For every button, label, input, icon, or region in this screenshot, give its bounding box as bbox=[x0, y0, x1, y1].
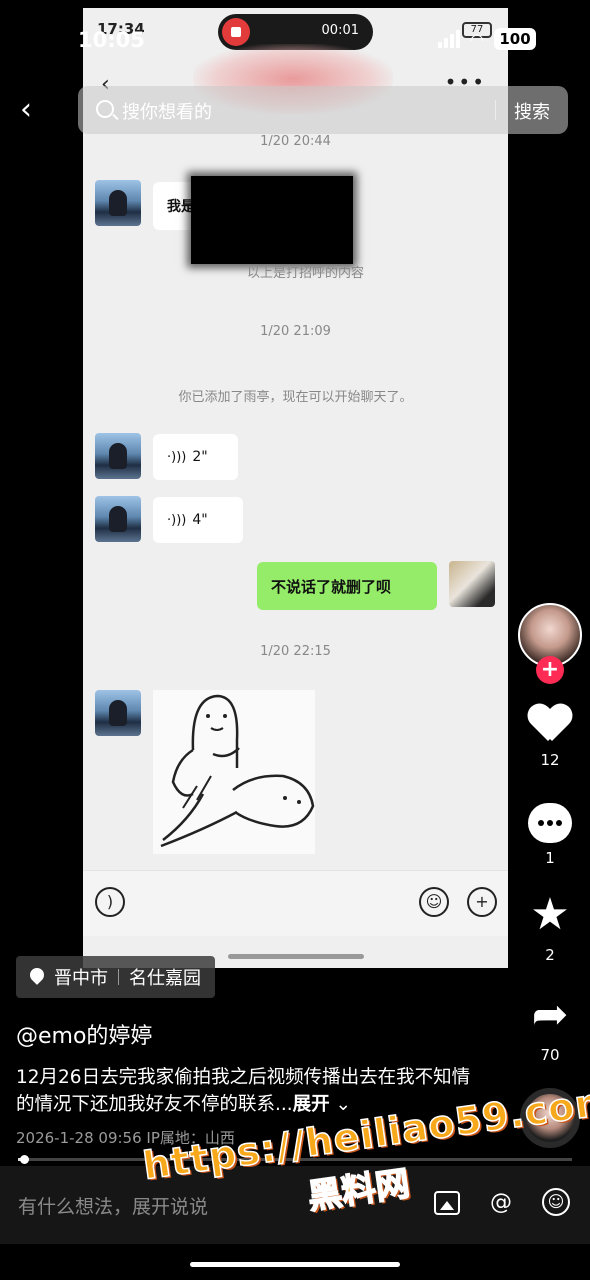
search-input[interactable]: 搜你想看的 搜索 bbox=[78, 86, 568, 134]
my-message-bubble: 不说话了就删了呗 bbox=[257, 562, 437, 610]
search-placeholder: 搜你想看的 bbox=[122, 102, 212, 123]
search-divider bbox=[495, 100, 496, 120]
like-count: 12 bbox=[540, 751, 560, 769]
emoji-icon[interactable]: ☺ bbox=[419, 887, 449, 917]
meme-sticker-drawing bbox=[160, 694, 315, 848]
contact-avatar bbox=[95, 690, 141, 736]
location-pin-icon bbox=[30, 968, 44, 986]
expand-button[interactable]: 展开 bbox=[293, 1094, 330, 1115]
chat-timestamp: 1/20 20:44 bbox=[260, 134, 331, 149]
contact-avatar bbox=[95, 496, 141, 542]
share-button[interactable]: ➦ 70 bbox=[520, 989, 580, 1065]
voice-duration: 4" bbox=[192, 512, 208, 528]
video-frame[interactable]: 17:34 00:01 77 ‹ ••• 1/20 20:44 我是 以上是打招… bbox=[83, 8, 508, 968]
chat-timestamp: 1/20 22:15 bbox=[260, 644, 331, 659]
chat-timestamp: 1/20 21:09 bbox=[260, 324, 331, 339]
mention-icon[interactable]: @ bbox=[486, 1188, 516, 1218]
music-disc-icon[interactable] bbox=[520, 1088, 580, 1148]
my-message-text: 不说话了就删了呗 bbox=[271, 577, 392, 596]
post-meta: 2026-1-28 09:56 IP属地：山西 bbox=[16, 1129, 235, 1147]
comment-input[interactable]: 有什么想法，展开说说 bbox=[18, 1192, 208, 1219]
voice-message[interactable]: ·))) 2" bbox=[153, 434, 238, 480]
voice-icon: ·))) bbox=[167, 512, 187, 528]
voice-icon: ·))) bbox=[167, 449, 187, 465]
location-place: 名仕嘉园 bbox=[129, 968, 201, 989]
location-city: 晋中市 bbox=[54, 968, 108, 989]
location-tag[interactable]: 晋中市 名仕嘉园 bbox=[16, 956, 215, 998]
video-progress-bar[interactable] bbox=[18, 1155, 572, 1164]
wifi-icon: ◠ bbox=[470, 29, 484, 49]
like-button[interactable]: 12 bbox=[520, 700, 580, 769]
heart-icon bbox=[528, 705, 572, 745]
comment-count: 1 bbox=[545, 849, 555, 867]
status-time: 10:05 bbox=[78, 28, 145, 52]
comment-icon bbox=[528, 803, 572, 843]
plus-icon[interactable]: + bbox=[467, 887, 497, 917]
comment-bar: 有什么想法，展开说说 @ ☺ bbox=[0, 1166, 590, 1244]
voice-input-icon[interactable]: ) bbox=[95, 887, 125, 917]
battery-icon: 100 bbox=[494, 28, 536, 50]
redaction-block bbox=[191, 176, 353, 264]
back-icon[interactable]: ‹ bbox=[20, 92, 32, 127]
share-arrow-icon: ➦ bbox=[531, 989, 569, 1040]
progress-knob[interactable] bbox=[19, 1155, 29, 1164]
favorite-button[interactable]: ★ 2 bbox=[520, 889, 580, 965]
emoji-icon[interactable]: ☺ bbox=[542, 1188, 570, 1216]
voice-duration: 2" bbox=[192, 449, 208, 465]
author-name[interactable]: @emo的婷婷 bbox=[16, 1018, 152, 1050]
comment-button[interactable]: 1 bbox=[520, 798, 580, 867]
record-time: 00:01 bbox=[321, 23, 359, 38]
share-count: 70 bbox=[540, 1046, 560, 1064]
favorite-count: 2 bbox=[545, 946, 555, 964]
contact-avatar bbox=[95, 433, 141, 479]
signal-icon bbox=[438, 30, 461, 48]
meme-sticker bbox=[153, 690, 315, 854]
search-button[interactable]: 搜索 bbox=[514, 98, 550, 124]
search-icon bbox=[96, 100, 114, 118]
image-icon[interactable] bbox=[434, 1191, 460, 1215]
star-icon: ★ bbox=[530, 889, 570, 940]
chevron-down-icon: ⌄ bbox=[329, 1094, 352, 1115]
home-indicator bbox=[190, 1262, 400, 1267]
contact-avatar bbox=[95, 180, 141, 226]
greeting-note: 以上是打招呼的内容 bbox=[246, 266, 364, 281]
description-text: 12月26日去完我家偷拍我之后视频传播出去在我不知情的情况下还加我好友不停的联系… bbox=[16, 1067, 471, 1115]
video-description: 12月26日去完我家偷拍我之后视频传播出去在我不知情的情况下还加我好友不停的联系… bbox=[16, 1064, 486, 1118]
voice-message[interactable]: ·))) 4" bbox=[153, 497, 243, 543]
chat-input-bar: ) ☺ + bbox=[83, 870, 508, 936]
inner-home-indicator bbox=[228, 954, 364, 959]
my-avatar bbox=[449, 561, 495, 607]
record-stop-icon bbox=[222, 18, 250, 46]
location-divider bbox=[118, 969, 119, 985]
follow-plus-icon[interactable]: + bbox=[536, 656, 564, 684]
system-added-message: 你已添加了雨亭，现在可以开始聊天了。 bbox=[178, 390, 413, 405]
status-icons: ◠ 100 bbox=[438, 28, 536, 50]
